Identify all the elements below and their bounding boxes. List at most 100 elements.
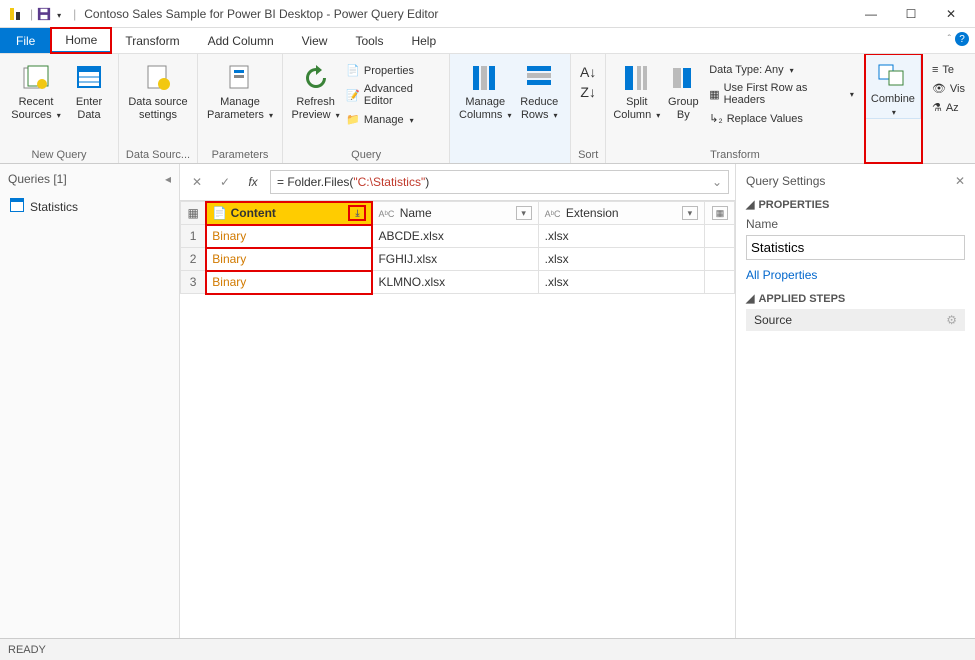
combine-icon (877, 59, 909, 91)
formula-dropdown-icon[interactable]: ⌄ (712, 175, 722, 189)
sort-asc-icon[interactable]: A↓ (580, 64, 596, 80)
combine-button[interactable]: Combine (865, 54, 921, 119)
sort-desc-icon[interactable]: Z↓ (580, 84, 596, 100)
query-name-input[interactable] (746, 235, 965, 260)
recent-sources-button[interactable]: Recent Sources (6, 58, 66, 121)
minimize-button[interactable]: — (851, 7, 891, 21)
ribbon-group-query: Refresh Preview 📄Properties 📝Advanced Ed… (283, 54, 450, 163)
manage-query-button[interactable]: 📁Manage (342, 111, 443, 128)
applied-steps-section[interactable]: ◢APPLIED STEPS (746, 292, 965, 305)
manage-columns-button[interactable]: Manage Columns (456, 58, 514, 121)
cell-content[interactable]: Binary (206, 225, 372, 248)
group-by-icon (667, 62, 699, 94)
first-row-headers-button[interactable]: ▦Use First Row as Headers (705, 80, 858, 108)
commit-formula-button[interactable]: ✓ (214, 171, 236, 193)
help-button[interactable]: ˆ ? (948, 32, 969, 46)
collapse-ribbon-icon[interactable]: ˆ (948, 34, 951, 45)
properties-section[interactable]: ◢PROPERTIES (746, 198, 965, 211)
tab-add-column[interactable]: Add Column (194, 28, 288, 53)
chevron-down-icon (788, 64, 794, 76)
vis-view-button[interactable]: 👁Vis (928, 80, 969, 97)
tab-home[interactable]: Home (51, 28, 111, 53)
tab-file[interactable]: File (0, 28, 51, 53)
tab-transform[interactable]: Transform (111, 28, 193, 53)
qat-separator-2: | (73, 7, 76, 21)
table-icon: ▦ (709, 88, 719, 101)
cell-more (704, 248, 734, 271)
cell-name[interactable]: FGHIJ.xlsx (372, 248, 538, 271)
cell-name[interactable]: KLMNO.xlsx (372, 271, 538, 294)
refresh-preview-button[interactable]: Refresh Preview (289, 58, 342, 128)
close-button[interactable]: ✕ (931, 7, 971, 21)
cell-content[interactable]: Binary (206, 271, 372, 294)
tab-tools[interactable]: Tools (341, 28, 397, 53)
text-view-button[interactable]: ≡Te (928, 62, 969, 78)
replace-values-label: Replace Values (727, 113, 803, 125)
column-header-content[interactable]: 📄 Content ⤓ (206, 202, 372, 225)
qat-dropdown-icon[interactable] (55, 7, 69, 21)
maximize-button[interactable]: ☐ (891, 7, 931, 21)
body: Queries [1] Statistics ✕ ✓ fx = Folder.F… (0, 164, 975, 638)
data-source-settings-label: Data source settings (125, 96, 191, 121)
queries-panel: Queries [1] Statistics (0, 164, 180, 638)
chevron-down-icon (505, 109, 511, 121)
gear-icon[interactable]: ⚙ (946, 313, 957, 327)
applied-step-source[interactable]: Source ⚙ (746, 309, 965, 331)
app-icon (8, 6, 24, 22)
table-corner-button[interactable]: ▦ (181, 202, 206, 225)
tab-help[interactable]: Help (397, 28, 450, 53)
chevron-down-icon (654, 109, 660, 121)
manage-parameters-button[interactable]: Manage Parameters (204, 58, 276, 121)
ribbon-group-query-label: Query (289, 147, 443, 161)
advanced-editor-icon: 📝 (346, 89, 360, 102)
az-view-button[interactable]: ⚗Az (928, 99, 969, 116)
cell-extension[interactable]: .xlsx (538, 248, 704, 271)
row-number: 2 (181, 248, 206, 271)
replace-values-button[interactable]: ↳₂Replace Values (705, 110, 858, 127)
recent-sources-icon (20, 62, 52, 94)
column-header-name[interactable]: AᵇC Name ▾ (372, 202, 538, 225)
chevron-down-icon (890, 106, 896, 118)
advanced-editor-button[interactable]: 📝Advanced Editor (342, 81, 443, 109)
combine-files-button[interactable]: ⤓ (349, 206, 365, 220)
query-item-statistics[interactable]: Statistics (0, 194, 179, 219)
tab-view[interactable]: View (288, 28, 342, 53)
query-item-label: Statistics (30, 200, 78, 214)
ribbon-group-view-extras: ≡Te 👁Vis ⚗Az (922, 54, 975, 163)
column-settings-icon[interactable]: ▦ (712, 206, 728, 220)
table-row[interactable]: 3 Binary KLMNO.xlsx .xlsx (181, 271, 735, 294)
column-header-extension[interactable]: AᵇC Extension ▾ (538, 202, 704, 225)
data-source-settings-icon (142, 62, 174, 94)
group-by-button[interactable]: Group By (662, 58, 706, 127)
fx-label[interactable]: fx (242, 171, 264, 193)
column-filter-extension[interactable]: ▾ (682, 206, 698, 220)
window-title: Contoso Sales Sample for Power BI Deskto… (84, 7, 851, 21)
properties-icon: 📄 (346, 64, 360, 77)
save-icon[interactable] (37, 7, 51, 21)
formula-input[interactable]: = Folder.Files("C:\Statistics") ⌄ (270, 170, 729, 194)
table-row[interactable]: 2 Binary FGHIJ.xlsx .xlsx (181, 248, 735, 271)
split-column-button[interactable]: Split Column (612, 58, 661, 127)
table-row[interactable]: 1 Binary ABCDE.xlsx .xlsx (181, 225, 735, 248)
cell-more (704, 271, 734, 294)
data-type-button[interactable]: Data Type: Any (705, 62, 858, 78)
cell-extension[interactable]: .xlsx (538, 225, 704, 248)
close-settings-button[interactable]: ✕ (955, 174, 965, 188)
data-source-settings-button[interactable]: Data source settings (125, 58, 191, 121)
help-icon[interactable]: ? (955, 32, 969, 46)
chevron-down-icon (552, 109, 558, 121)
collapse-queries-icon[interactable] (165, 172, 171, 186)
reduce-rows-button[interactable]: Reduce Rows (514, 58, 564, 121)
column-header-more[interactable]: ▦ (704, 202, 734, 225)
column-filter-name[interactable]: ▾ (516, 206, 532, 220)
az-icon: ⚗ (932, 101, 942, 114)
cell-name[interactable]: ABCDE.xlsx (372, 225, 538, 248)
cell-extension[interactable]: .xlsx (538, 271, 704, 294)
ribbon-group-new-query-label: New Query (6, 147, 112, 161)
properties-button[interactable]: 📄Properties (342, 62, 443, 79)
all-properties-link[interactable]: All Properties (746, 268, 965, 282)
ribbon-group-transform-label: Transform (612, 147, 858, 161)
cell-content[interactable]: Binary (206, 248, 372, 271)
enter-data-button[interactable]: Enter Data (66, 58, 112, 121)
cancel-formula-button[interactable]: ✕ (186, 171, 208, 193)
